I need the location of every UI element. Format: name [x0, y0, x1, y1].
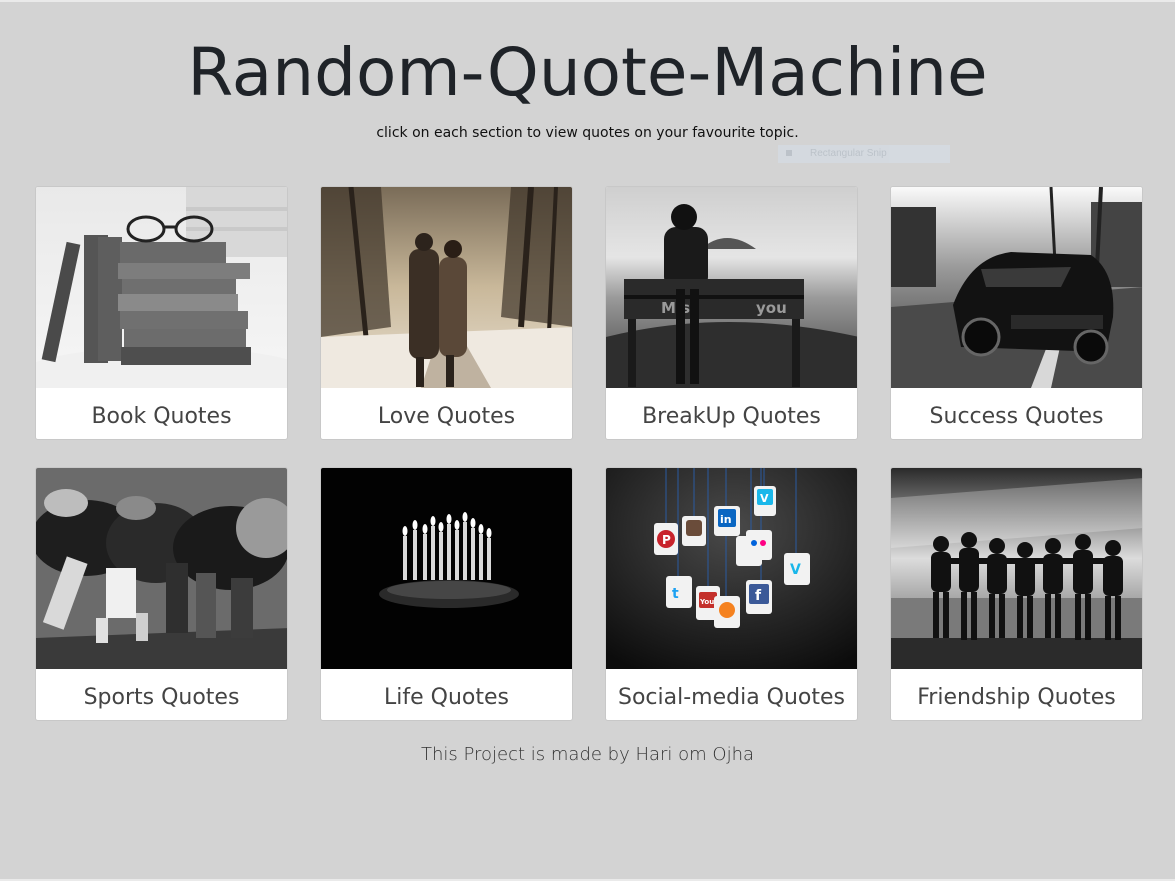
breakup-quotes-image: Miss you [606, 187, 857, 388]
friendship-quotes-image [891, 468, 1142, 669]
card-success-quotes[interactable]: Success Quotes [890, 186, 1143, 440]
success-quotes-label: Success Quotes [929, 404, 1104, 429]
vimeo-top-icon-text: V [760, 492, 769, 505]
facebook-icon-text: f [755, 588, 762, 604]
social-media-quotes-image: P in V V t You f [606, 468, 857, 669]
vimeo-icon-text: V [790, 562, 801, 578]
pinterest-icon-text: P [662, 533, 671, 547]
page-subtitle: click on each section to view quotes on … [376, 125, 799, 141]
card-life-quotes[interactable]: Life Quotes [320, 467, 573, 721]
love-quotes-label: Love Quotes [377, 404, 516, 429]
social-media-quotes-label: Social-media Quotes [617, 685, 846, 710]
snip-icon [786, 150, 792, 157]
page-title: Random-Quote-Machine [187, 34, 988, 111]
love-quotes-image [321, 187, 572, 388]
card-love-quotes[interactable]: Love Quotes [320, 186, 573, 440]
top-border [0, 0, 1175, 2]
sports-quotes-image [36, 468, 287, 669]
linkedin-icon-text: in [720, 513, 732, 526]
footer-credit: This Project is made by Hari om Ojha [420, 744, 755, 765]
card-breakup-quotes[interactable]: Miss you BreakUp Quotes [605, 186, 858, 440]
success-quotes-image [891, 187, 1142, 388]
breakup-quotes-label: BreakUp Quotes [642, 404, 821, 429]
snip-label: Rectangular Snip [810, 148, 887, 159]
sports-quotes-label: Sports Quotes [83, 685, 240, 710]
book-quotes-image [36, 187, 287, 388]
life-quotes-label: Life Quotes [384, 685, 509, 710]
rectangular-snip-overlay: Rectangular Snip [778, 145, 950, 163]
card-book-quotes[interactable]: Book Quotes [35, 186, 288, 440]
card-friendship-quotes[interactable]: Friendship Quotes [890, 467, 1143, 721]
youtube-icon-text: You [699, 598, 714, 606]
card-social-media-quotes[interactable]: P in V V t You f Social-media Quotes [605, 467, 858, 721]
twitter-icon-text: t [672, 586, 679, 602]
life-quotes-image [321, 468, 572, 669]
friendship-quotes-label: Friendship Quotes [917, 685, 1116, 710]
book-quotes-label: Book Quotes [91, 404, 232, 429]
bench-text-you: you [756, 299, 787, 317]
card-sports-quotes[interactable]: Sports Quotes [35, 467, 288, 721]
